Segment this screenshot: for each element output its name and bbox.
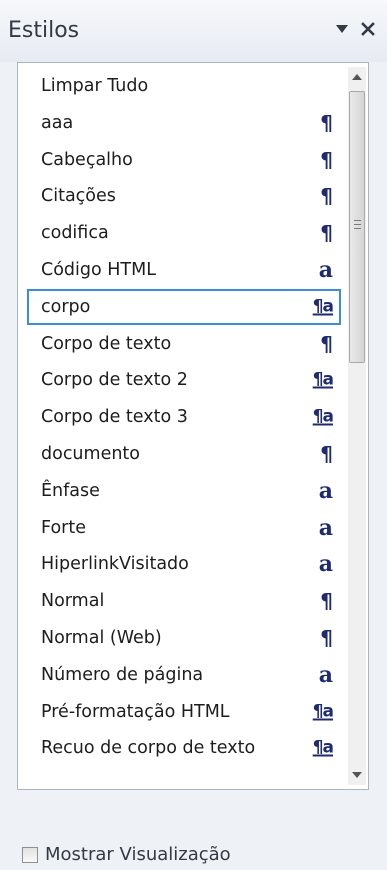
style-name: Forte: [41, 517, 86, 538]
style-item[interactable]: Recuo de corpo de texto ¶a: [27, 730, 341, 766]
style-name: Normal (Web): [41, 628, 162, 648]
pane-close-button[interactable]: [356, 14, 380, 44]
style-item[interactable]: Número de página a: [27, 657, 341, 693]
linked-style-icon: ¶a: [312, 406, 334, 427]
linked-style-icon: ¶a: [312, 737, 334, 758]
style-item[interactable]: Limpar Tudo: [27, 68, 341, 104]
style-name: Normal: [41, 591, 105, 612]
scroll-up-button[interactable]: [348, 67, 366, 87]
vertical-scrollbar[interactable]: [348, 67, 366, 785]
linked-style-icon: ¶a: [312, 701, 334, 722]
linked-style-icon: ¶a: [312, 296, 334, 317]
style-name: Ênfase: [41, 480, 100, 501]
scrollbar-thumb[interactable]: [349, 91, 365, 363]
paragraph-style-icon: ¶: [320, 221, 333, 246]
paragraph-style-icon: ¶: [320, 442, 333, 466]
style-name: Corpo de texto 3: [41, 407, 188, 428]
style-item[interactable]: Corpo de texto 3 ¶a: [27, 399, 341, 435]
style-item[interactable]: Código HTML a: [27, 252, 341, 288]
style-item[interactable]: HiperlinkVisitado a: [27, 546, 341, 582]
style-name: Limpar Tudo: [41, 76, 149, 96]
paragraph-style-icon: ¶: [320, 184, 333, 209]
pane-title: Estilos: [8, 18, 80, 43]
scroll-down-arrow-icon: [352, 772, 362, 778]
style-name: Pré-formatação HTML: [41, 701, 230, 722]
style-name: documento: [41, 444, 141, 464]
close-icon: [361, 22, 375, 36]
scroll-up-arrow-icon: [352, 74, 362, 80]
style-item[interactable]: Cabeçalho ¶: [27, 142, 341, 178]
paragraph-style-icon: ¶: [320, 626, 333, 650]
styles-pane-header: Estilos: [0, 0, 387, 62]
style-name: Recuo de corpo de texto: [41, 738, 256, 759]
character-style-icon: a: [318, 661, 333, 688]
style-item[interactable]: Pré-formatação HTML ¶a: [27, 694, 341, 730]
show-preview-checkbox[interactable]: [22, 847, 38, 863]
style-item[interactable]: codifica ¶: [27, 215, 341, 251]
character-style-icon: a: [318, 551, 333, 578]
style-item[interactable]: Forte a: [27, 510, 341, 546]
style-name: aaa: [41, 112, 74, 133]
style-name: Citações: [41, 186, 116, 207]
style-item[interactable]: Normal ¶: [27, 583, 341, 619]
pane-footer: Mostrar Visualização: [0, 790, 387, 870]
style-name: Corpo de texto 2: [41, 370, 188, 391]
pane-options-button[interactable]: [330, 14, 354, 44]
style-item[interactable]: corpo ¶a: [27, 288, 341, 325]
style-item[interactable]: Normal (Web) ¶: [27, 620, 341, 656]
style-item[interactable]: Corpo de texto 2 ¶a: [27, 362, 341, 398]
style-name: codifica: [41, 223, 109, 244]
style-name: corpo: [41, 296, 91, 317]
linked-style-icon: ¶a: [312, 369, 334, 390]
styles-list[interactable]: Limpar Tudo aaa ¶ Cabeçalho ¶ Citações ¶ codifi…: [17, 62, 369, 790]
paragraph-style-icon: ¶: [320, 147, 333, 172]
triangle-down-icon: [336, 25, 348, 33]
style-name: Número de página: [41, 664, 204, 685]
character-style-icon: a: [318, 257, 333, 283]
paragraph-style-icon: ¶: [320, 589, 333, 614]
style-name: Código HTML: [41, 260, 156, 280]
style-item[interactable]: Citações ¶: [27, 178, 341, 214]
style-item[interactable]: Ênfase a: [27, 473, 341, 509]
grip-icon: [354, 220, 361, 229]
style-item[interactable]: documento ¶: [27, 436, 341, 472]
style-item[interactable]: Corpo de texto ¶: [27, 326, 341, 362]
show-preview-label[interactable]: Mostrar Visualização: [45, 844, 231, 865]
style-name: Cabeçalho: [41, 149, 133, 170]
paragraph-style-icon: ¶: [320, 110, 333, 135]
style-item[interactable]: aaa ¶: [27, 105, 341, 141]
character-style-icon: a: [318, 477, 333, 504]
scroll-down-button[interactable]: [348, 765, 366, 785]
paragraph-style-icon: ¶: [320, 331, 333, 356]
character-style-icon: a: [318, 514, 333, 541]
style-name: HiperlinkVisitado: [41, 554, 189, 575]
style-name: Corpo de texto: [41, 333, 172, 354]
